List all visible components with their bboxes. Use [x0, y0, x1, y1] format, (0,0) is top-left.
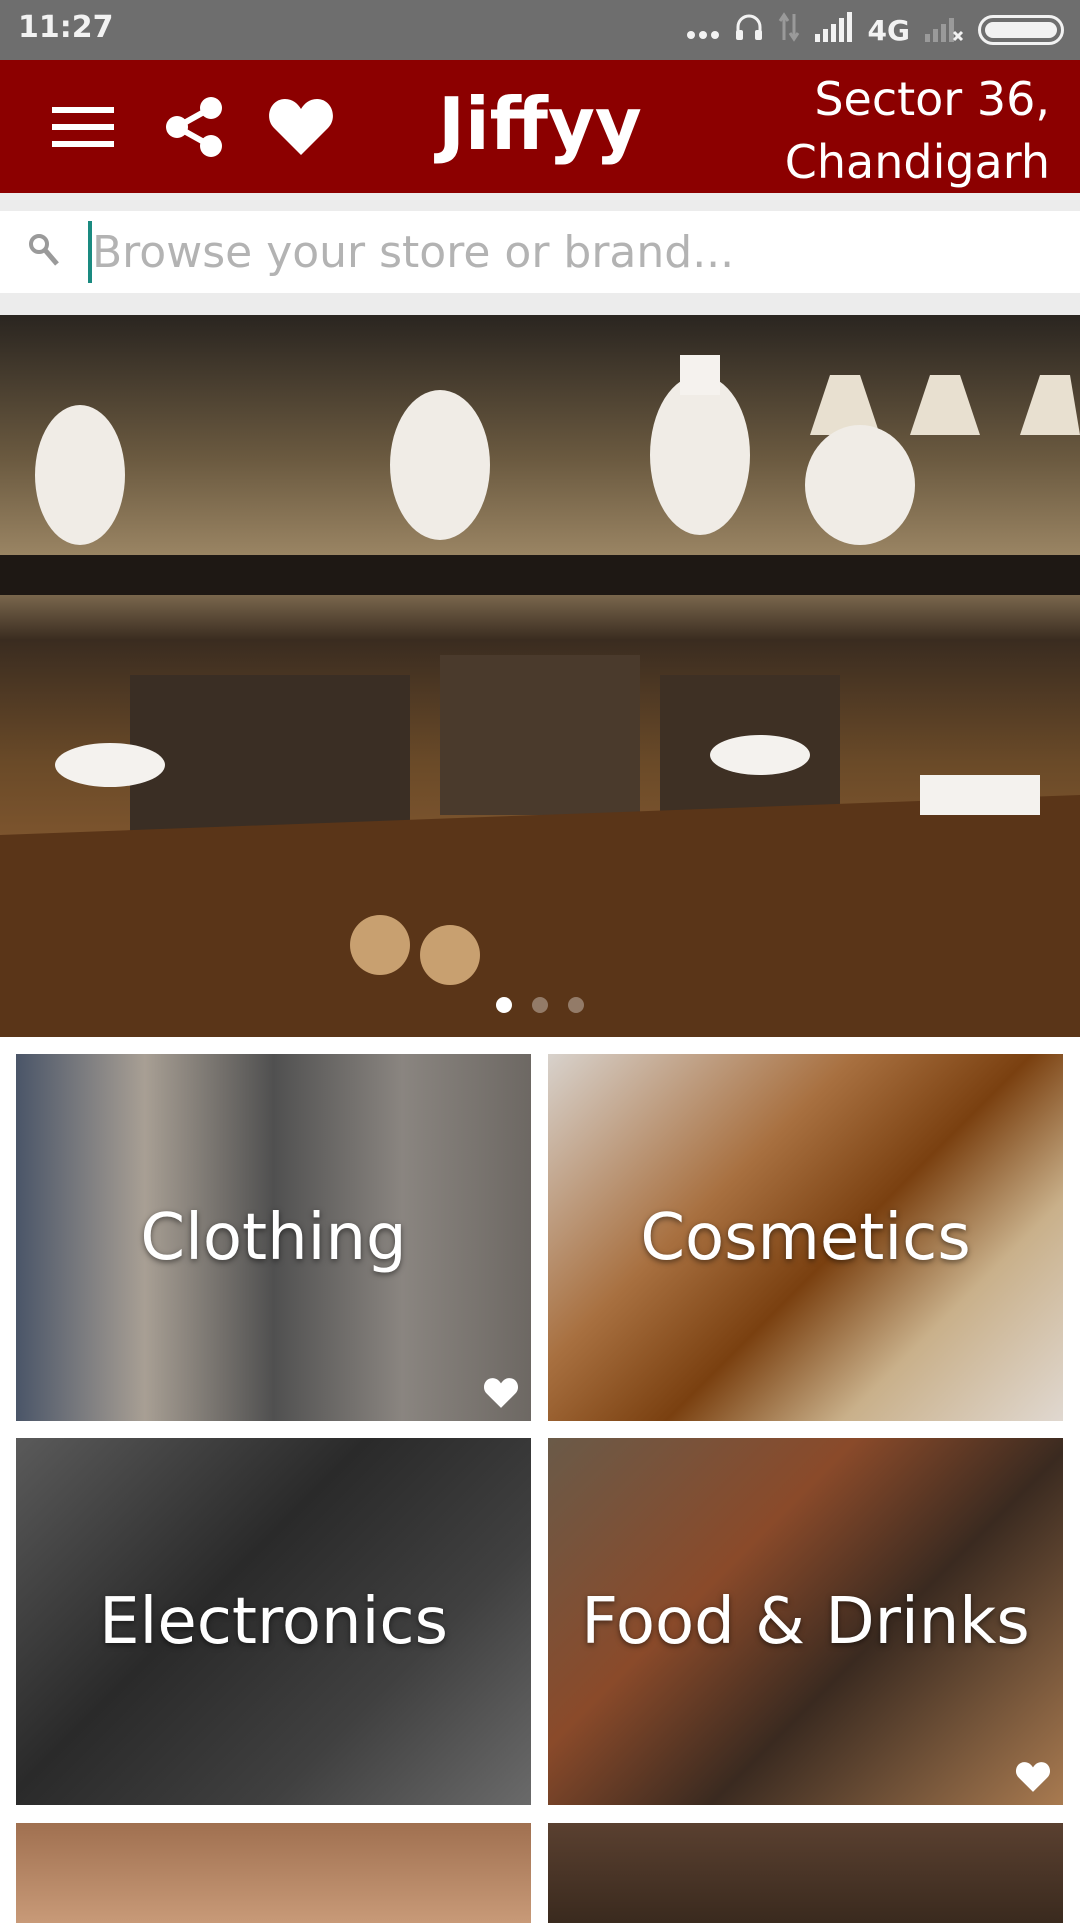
favorite-heart-icon[interactable] [1015, 1761, 1051, 1797]
banner-image [0, 315, 1080, 1037]
category-tile-electronics[interactable]: Electronics [16, 1438, 531, 1805]
search-input[interactable] [92, 211, 1052, 293]
category-tile-partial[interactable] [16, 1823, 531, 1923]
status-time: 11:27 [18, 10, 114, 45]
location-selector[interactable]: Sector 36, Chandigarh [785, 68, 1050, 194]
category-tile-clothing[interactable]: Clothing [16, 1054, 531, 1421]
signal-icon [814, 11, 854, 49]
category-tile-food-drinks[interactable]: Food & Drinks [548, 1438, 1063, 1805]
category-label: Cosmetics [640, 1200, 971, 1275]
status-bar: 11:27 4G [0, 0, 1080, 60]
category-tile-partial[interactable] [548, 1823, 1063, 1923]
category-tile-cosmetics[interactable]: Cosmetics [548, 1054, 1063, 1421]
status-icons: 4G [686, 8, 1064, 52]
battery-icon [978, 15, 1064, 45]
data-arrows-icon [778, 11, 800, 49]
carousel-indicator [0, 997, 1080, 1013]
banner-carousel[interactable] [0, 315, 1080, 1037]
location-line1: Sector 36, [814, 72, 1050, 126]
carousel-dot[interactable] [532, 997, 548, 1013]
category-label: Clothing [140, 1200, 407, 1275]
category-label: Electronics [99, 1584, 448, 1659]
signal-no-sim-icon [924, 12, 964, 49]
more-dots-icon [686, 14, 720, 47]
category-label: Food & Drinks [581, 1584, 1030, 1659]
search-section [0, 193, 1080, 315]
favorite-heart-icon[interactable] [483, 1377, 519, 1413]
carousel-dot[interactable] [496, 997, 512, 1013]
search-icon [28, 233, 60, 271]
search-bar[interactable] [0, 211, 1080, 293]
app-bar: Jiffyy Sector 36, Chandigarh [0, 60, 1080, 193]
headphones-icon [734, 12, 764, 49]
category-grid: Clothing Cosmetics Electronics Food & Dr… [0, 1037, 1080, 1923]
carousel-dot[interactable] [568, 997, 584, 1013]
network-type: 4G [867, 13, 910, 47]
location-line2: Chandigarh [784, 135, 1050, 189]
